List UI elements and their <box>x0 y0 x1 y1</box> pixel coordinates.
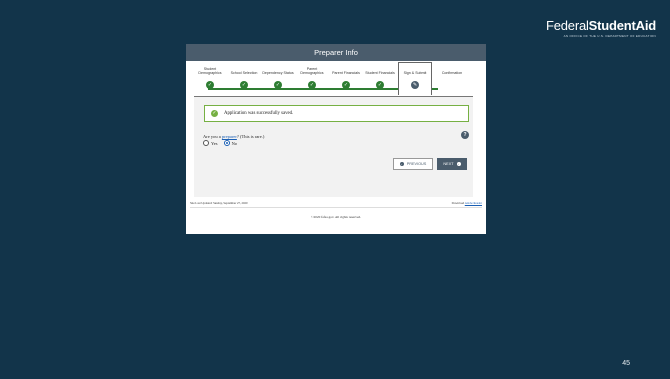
footer: Site Last Updated: Sunday, September 27,… <box>190 201 482 205</box>
step-label: Student Financials <box>365 70 395 75</box>
check-icon: ✓ <box>240 81 248 89</box>
form-panel: ✓ Application was successfully saved. ? … <box>194 96 473 197</box>
step-student-demographics[interactable]: Student Demographics ✓ <box>194 65 226 89</box>
adobe-reader-link[interactable]: Adobe Reader <box>465 201 482 205</box>
chevron-left-icon: ‹ <box>399 162 404 166</box>
step-label: Parent Financials <box>332 70 360 75</box>
radio-yes[interactable]: Yes <box>203 140 218 146</box>
brand-subtitle: An Office of the U.S. Department of Educ… <box>563 34 656 38</box>
radio-button[interactable] <box>203 140 209 146</box>
preparer-question: Are you a preparer? (This is rare.) <box>203 134 265 139</box>
previous-button[interactable]: ‹ PREVIOUS <box>393 158 433 170</box>
step-sign-submit[interactable]: Sign & Submit ✎ <box>398 62 432 95</box>
step-label: Student Demographics <box>198 66 222 75</box>
fafsa-window: Preparer Info Student Demographics ✓ Sch… <box>186 44 486 234</box>
page-title: Preparer Info <box>186 44 486 61</box>
download-text: Download Adobe Reader <box>451 201 482 205</box>
step-parent-demographics[interactable]: Parent Demographics ✓ <box>296 65 328 89</box>
step-parent-financials[interactable]: Parent Financials ✓ <box>330 65 362 89</box>
check-icon: ✓ <box>274 81 282 89</box>
check-icon: ✓ <box>206 81 214 89</box>
check-circle-icon: ✓ <box>211 110 218 117</box>
check-icon: ✓ <box>308 81 316 89</box>
copyright: ©2020 fafsa.gov. All rights reserved. <box>310 215 362 219</box>
footer-divider <box>190 207 482 208</box>
help-icon[interactable]: ? <box>461 131 469 139</box>
radio-no[interactable]: No <box>223 140 237 146</box>
preparer-radio-group: Yes No <box>203 140 237 146</box>
step-dependency-status[interactable]: Dependency Status ✓ <box>262 65 294 89</box>
slide-number: 45 <box>622 360 630 367</box>
pencil-icon: ✎ <box>411 81 419 89</box>
step-student-financials[interactable]: Student Financials ✓ <box>364 65 396 89</box>
brand-name: FederalStudentAid <box>545 18 656 33</box>
step-label: Parent Demographics <box>300 66 324 75</box>
alert-text: Application was successfully saved. <box>224 111 294 116</box>
success-alert: ✓ Application was successfully saved. <box>204 105 469 122</box>
radio-button-selected[interactable] <box>223 140 230 146</box>
check-icon: ✓ <box>376 81 384 89</box>
step-label: School Selection <box>230 70 258 75</box>
step-confirmation[interactable]: Confirmation <box>436 65 468 75</box>
step-label: Sign & Submit <box>403 70 427 75</box>
check-icon: ✓ <box>342 81 350 89</box>
next-button[interactable]: NEXT › <box>437 158 467 170</box>
chevron-right-icon: › <box>456 162 461 166</box>
brand-logo: FederalStudentAid An Office of the U.S. … <box>546 18 656 38</box>
step-label: Confirmation <box>441 70 463 75</box>
preparer-link[interactable]: preparer <box>222 134 237 139</box>
step-school-selection[interactable]: School Selection ✓ <box>228 65 260 89</box>
last-updated: Site Last Updated: Sunday, September 27,… <box>190 201 248 205</box>
step-label: Dependency Status <box>262 70 294 75</box>
progress-steps: Student Demographics ✓ School Selection … <box>194 62 478 95</box>
